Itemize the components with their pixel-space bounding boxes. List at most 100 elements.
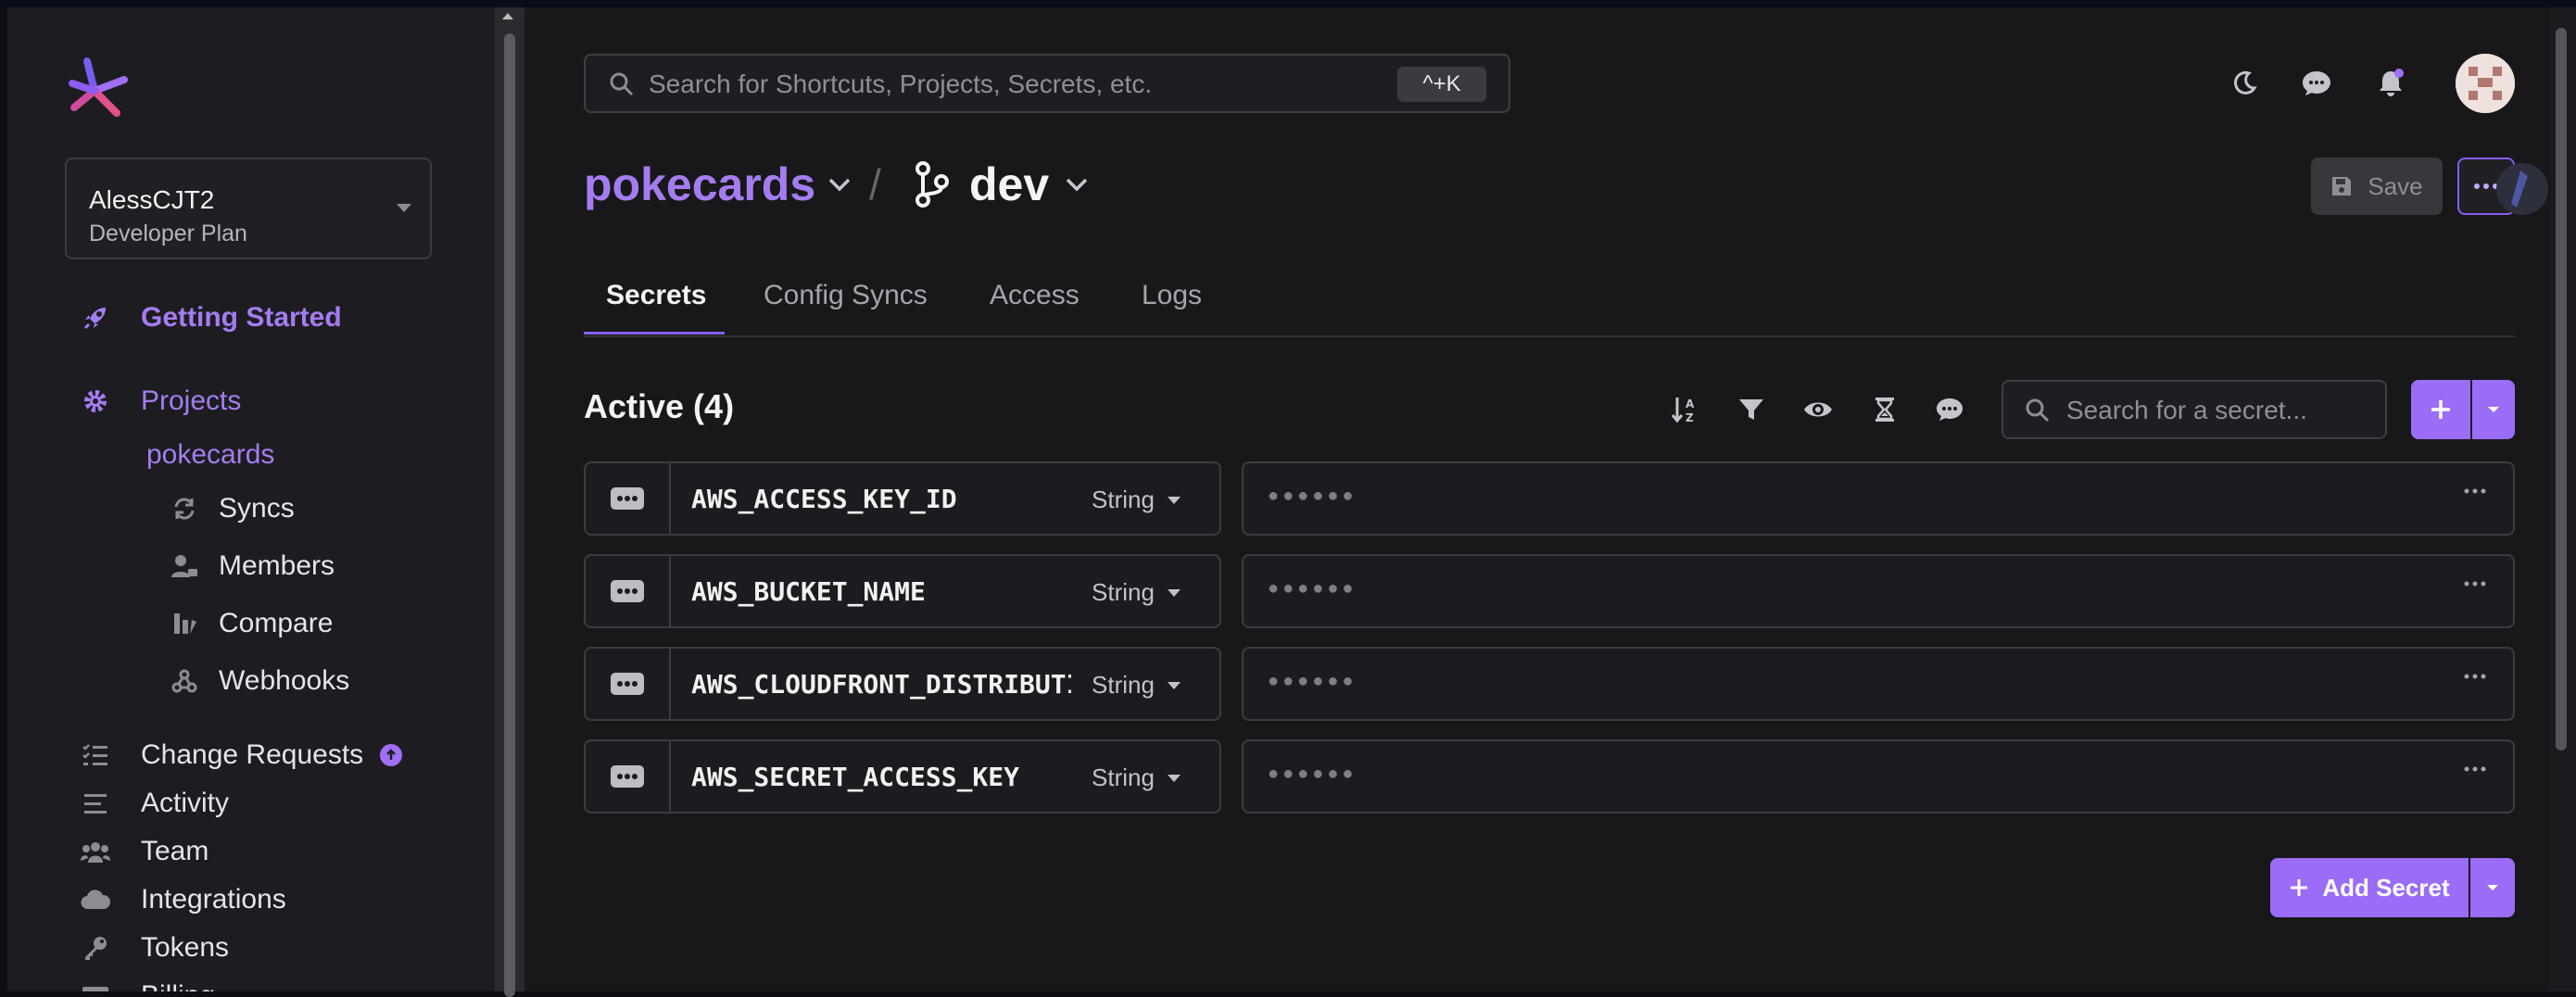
- key-icon: [80, 932, 111, 964]
- caret-down-icon: [1167, 774, 1181, 782]
- tab-config-syncs[interactable]: Config Syncs: [764, 280, 928, 311]
- tab-access[interactable]: Access: [990, 280, 1080, 311]
- user-avatar[interactable]: [2456, 54, 2515, 113]
- save-icon: [2332, 177, 2352, 196]
- ellipsis-box-icon: [611, 487, 644, 510]
- sidebar-item-label: Compare: [219, 608, 334, 638]
- sidebar-item-members[interactable]: Members: [169, 550, 335, 582]
- caret-down-icon: [1167, 496, 1181, 504]
- ellipsis-icon[interactable]: [2463, 765, 2487, 773]
- secret-type-select[interactable]: String: [1092, 578, 1181, 607]
- tab-secrets[interactable]: Secrets: [606, 280, 706, 311]
- add-secret-button[interactable]: Add Secret: [2270, 858, 2469, 917]
- secret-type-select[interactable]: String: [1092, 764, 1181, 792]
- doppler-logo[interactable]: [63, 52, 137, 126]
- ellipsis-box-icon: [611, 580, 644, 602]
- secret-value-box[interactable]: ●●●●●●: [1242, 461, 2515, 536]
- webhook-icon: [169, 665, 200, 697]
- sidebar-item-integrations[interactable]: Integrations: [80, 884, 286, 915]
- ellipsis-icon[interactable]: [2463, 487, 2487, 495]
- sort-icon[interactable]: AZ: [1668, 393, 1701, 426]
- secret-name[interactable]: AWS_SECRET_ACCESS_KEY: [691, 762, 1071, 792]
- secret-value-masked: ●●●●●●: [1268, 764, 1357, 784]
- add-secret-dropdown[interactable]: [2472, 380, 2515, 439]
- sidebar-item-projects[interactable]: Projects: [80, 385, 241, 417]
- plus-icon: [2431, 400, 2450, 419]
- sidebar-scrollbar-thumb[interactable]: [504, 33, 515, 997]
- sidebar-item-activity[interactable]: Activity: [80, 788, 229, 819]
- caret-down-icon: [2487, 885, 2498, 890]
- sidebar-item-tokens[interactable]: Tokens: [80, 932, 229, 964]
- sidebar-item-billing[interactable]: Billing: [80, 980, 215, 991]
- workplace-plan: Developer Plan: [89, 221, 247, 246]
- chevron-down-icon[interactable]: [1064, 176, 1090, 193]
- ellipsis-icon[interactable]: [2463, 673, 2487, 680]
- add-secret-bottom-split-button: Add Secret: [2270, 858, 2515, 917]
- ellipsis-icon[interactable]: [2463, 580, 2487, 587]
- global-search-input[interactable]: [647, 56, 1373, 113]
- svg-text:A: A: [1686, 398, 1695, 410]
- workplace-name: AlessCJT2: [89, 185, 215, 214]
- add-secret-options-dropdown[interactable]: [2470, 858, 2515, 917]
- chat-icon[interactable]: [2298, 65, 2335, 102]
- secret-value-masked: ●●●●●●: [1268, 578, 1357, 599]
- main-scrollbar-thumb[interactable]: [2556, 28, 2567, 751]
- sidebar-item-label: Tokens: [141, 932, 230, 963]
- filter-icon[interactable]: [1735, 393, 1768, 426]
- secret-name[interactable]: AWS_ACCESS_KEY_ID: [691, 484, 1071, 514]
- secret-name[interactable]: AWS_BUCKET_NAME: [691, 576, 1071, 607]
- user-lock-icon: [169, 550, 200, 582]
- sidebar-item-getting-started[interactable]: Getting Started: [80, 302, 342, 334]
- secret-note-button[interactable]: [586, 556, 671, 626]
- team-icon: [80, 836, 111, 867]
- chevron-down-icon[interactable]: [827, 176, 852, 193]
- search-icon: [610, 72, 634, 96]
- sidebar-item-webhooks[interactable]: Webhooks: [169, 665, 349, 697]
- sidebar-item-compare[interactable]: Compare: [169, 608, 333, 639]
- secrets-count-title: Active (4): [584, 387, 735, 425]
- secret-value-box[interactable]: ●●●●●●: [1242, 739, 2515, 814]
- secret-type-select[interactable]: String: [1092, 671, 1181, 700]
- add-secret-split-button: [2411, 380, 2515, 439]
- breadcrumb-config[interactable]: dev: [969, 158, 1049, 211]
- secret-row: AWS_BUCKET_NAME String ●●●●●●: [584, 554, 2515, 628]
- sidebar-item-label: Activity: [141, 788, 230, 818]
- billing-icon: [80, 980, 111, 991]
- secret-note-button[interactable]: [586, 741, 671, 812]
- secret-row: AWS_CLOUDFRONT_DISTRIBUTI String ●●●●●●: [584, 647, 2515, 721]
- hourglass-icon[interactable]: [1868, 393, 1901, 426]
- ellipsis-icon: [2474, 183, 2498, 189]
- sidebar-item-label: Integrations: [141, 884, 286, 915]
- caret-down-icon: [1167, 588, 1181, 597]
- sidebar-item-syncs[interactable]: Syncs: [169, 493, 295, 524]
- workplace-switcher[interactable]: AlessCJT2 Developer Plan: [65, 158, 432, 259]
- breadcrumb-project[interactable]: pokecards: [584, 158, 815, 211]
- global-search[interactable]: ^+K: [584, 54, 1510, 113]
- bell-icon[interactable]: [2372, 65, 2409, 102]
- secret-row: AWS_SECRET_ACCESS_KEY String ●●●●●●: [584, 739, 2515, 814]
- sidebar-item-change-requests[interactable]: Change Requests: [80, 739, 403, 771]
- sidebar-item-label: Webhooks: [219, 665, 350, 696]
- tab-logs[interactable]: Logs: [1142, 280, 1202, 311]
- scroll-up-arrow-icon[interactable]: [502, 13, 513, 19]
- secret-type-select[interactable]: String: [1092, 486, 1181, 514]
- moon-icon[interactable]: [2226, 65, 2263, 102]
- secret-name[interactable]: AWS_CLOUDFRONT_DISTRIBUTI: [691, 669, 1071, 700]
- secret-value-box[interactable]: ●●●●●●: [1242, 554, 2515, 628]
- sidebar-item-team[interactable]: Team: [80, 836, 208, 867]
- save-label: Save: [2368, 171, 2423, 200]
- assistant-icon[interactable]: [2496, 163, 2548, 215]
- secret-value-box[interactable]: ●●●●●●: [1242, 647, 2515, 721]
- secret-type-label: String: [1092, 486, 1155, 513]
- secret-search[interactable]: [2001, 380, 2387, 439]
- eye-icon[interactable]: [1801, 393, 1835, 426]
- sidebar-item-label: Getting Started: [141, 302, 342, 333]
- comment-icon[interactable]: [1933, 393, 1966, 426]
- sidebar-item-project-pokecards[interactable]: pokecards: [146, 439, 274, 471]
- secret-note-button[interactable]: [586, 649, 671, 719]
- secret-note-button[interactable]: [586, 463, 671, 534]
- add-secret-icon-button[interactable]: [2411, 380, 2470, 439]
- caret-down-icon: [1167, 681, 1181, 689]
- secret-search-input[interactable]: [2065, 382, 2374, 439]
- save-button[interactable]: Save: [2311, 158, 2443, 215]
